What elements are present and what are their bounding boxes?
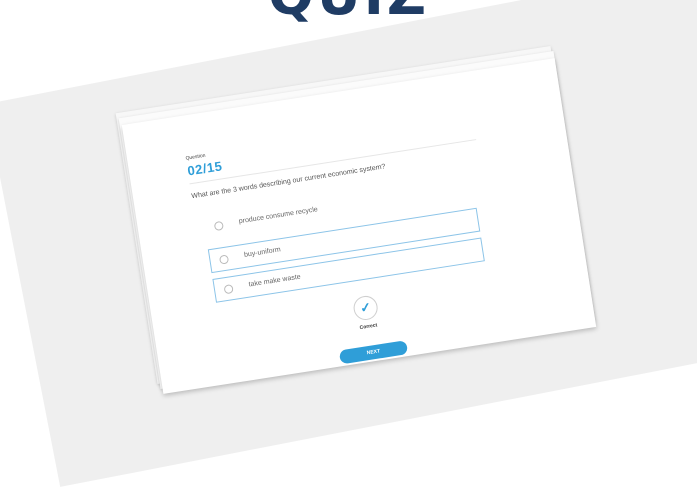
radio-icon	[213, 220, 224, 232]
answer-option-label: buy-uniform	[243, 246, 282, 259]
checkmark-icon: ✓	[351, 294, 380, 322]
check-circle-icon	[223, 284, 234, 295]
result-label: Correct	[359, 322, 378, 332]
radio-icon	[218, 254, 230, 265]
answer-option-label: produce consume recycle	[238, 206, 319, 226]
question-counter: 02/15	[186, 158, 224, 179]
answer-option-label: take make waste	[248, 273, 302, 289]
